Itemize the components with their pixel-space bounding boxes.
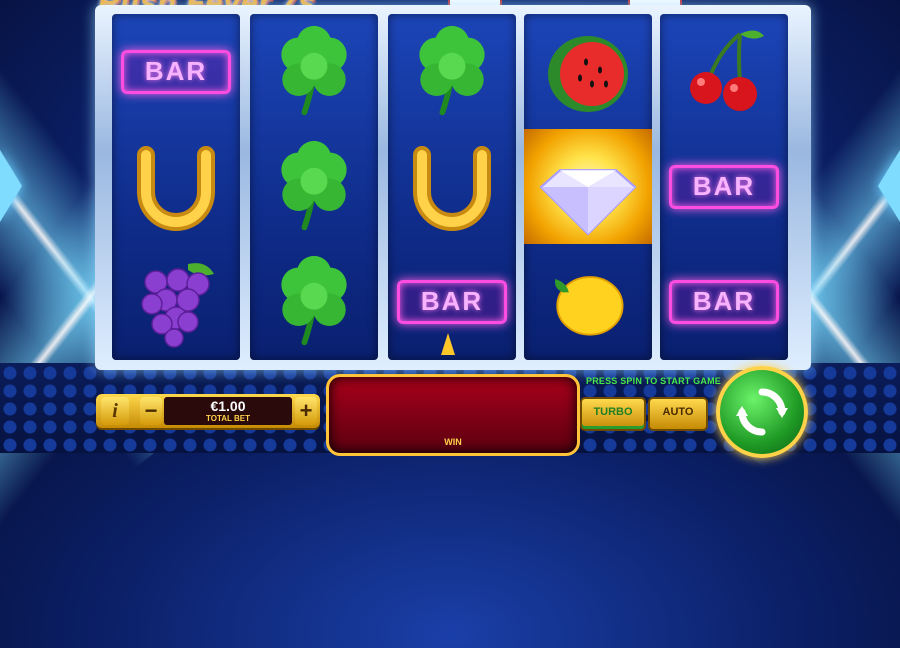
left-arrow-decoration xyxy=(0,150,22,222)
symbol-cell xyxy=(524,244,652,359)
reel-1: BAR xyxy=(112,14,240,360)
info-button[interactable]: i xyxy=(101,397,129,425)
control-bar: i − €1.00 TOTAL BET + WIN PRESS SPIN TO … xyxy=(0,366,900,458)
reel-2 xyxy=(250,14,378,360)
clover-icon xyxy=(419,25,485,115)
symbol-cell xyxy=(388,14,516,129)
symbol-cell: BAR xyxy=(112,14,240,129)
horseshoe-icon xyxy=(413,145,491,231)
symbol-cell-highlighted xyxy=(524,129,652,244)
bar-symbol: BAR xyxy=(397,279,507,324)
spin-button[interactable] xyxy=(716,366,808,458)
total-bet-label: TOTAL BET xyxy=(206,414,250,423)
turbo-button[interactable]: TURBO xyxy=(580,397,646,431)
diamond-icon xyxy=(539,168,637,236)
grapes-icon xyxy=(141,262,214,348)
reel-area: BAR BAR BAR BAR xyxy=(112,14,794,360)
reel-5: BAR BAR xyxy=(660,14,788,360)
increase-bet-button[interactable]: + xyxy=(295,397,317,425)
reel-marker-icon xyxy=(441,333,455,355)
horseshoe-icon xyxy=(137,145,215,231)
clover-icon xyxy=(281,25,347,115)
symbol-cell xyxy=(660,14,788,129)
symbol-cell xyxy=(388,129,516,244)
symbol-cell xyxy=(250,14,378,129)
autoplay-button[interactable]: AUTO xyxy=(648,397,708,431)
clover-icon xyxy=(281,140,347,230)
win-display: WIN xyxy=(326,374,580,456)
symbol-cell xyxy=(112,129,240,244)
symbol-cell: BAR xyxy=(660,244,788,359)
clover-icon xyxy=(281,255,347,345)
symbol-cell xyxy=(250,129,378,244)
bar-symbol: BAR xyxy=(669,164,779,209)
cherries-icon xyxy=(690,29,764,111)
symbol-cell xyxy=(250,244,378,359)
total-bet-display: €1.00 TOTAL BET xyxy=(164,397,292,425)
win-label: WIN xyxy=(444,437,462,447)
reel-4 xyxy=(524,14,652,360)
bar-symbol: BAR xyxy=(669,279,779,324)
symbol-cell: BAR xyxy=(660,129,788,244)
right-arrow-decoration xyxy=(878,150,900,222)
reel-3: BAR xyxy=(388,14,516,360)
spin-arrows-icon xyxy=(736,388,788,436)
press-spin-message: PRESS SPIN TO START GAME xyxy=(586,376,721,386)
decrease-bet-button[interactable]: − xyxy=(140,397,162,425)
symbol-cell xyxy=(524,14,652,129)
symbol-cell xyxy=(112,244,240,359)
bar-symbol: BAR xyxy=(121,49,231,94)
watermelon-icon xyxy=(548,35,628,112)
total-bet-value: €1.00 xyxy=(210,398,246,414)
lemon-icon xyxy=(555,275,624,336)
